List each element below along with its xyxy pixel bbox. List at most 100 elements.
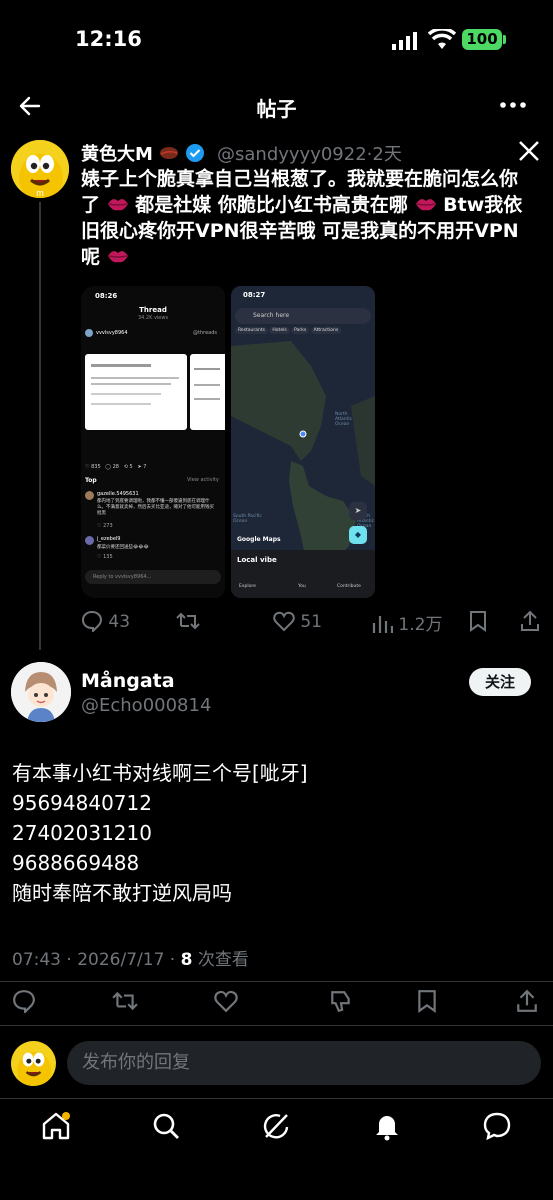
share-icon: [517, 989, 537, 1012]
repost-action-button[interactable]: [176, 610, 200, 632]
reply-like-button[interactable]: [214, 989, 238, 1017]
shot2-ocean2: South Pacific Ocean: [233, 514, 262, 524]
more-horizontal-icon: [500, 102, 526, 108]
like-count: 51: [300, 612, 323, 632]
shot1-top: Top: [85, 477, 97, 484]
shot2-chip-row: Restaurants Hotels Parks Attractions: [235, 327, 342, 334]
shot1-view-activity: View activity: [187, 477, 219, 483]
more-options-button[interactable]: [500, 98, 526, 112]
post-media[interactable]: 08:26 Thread 34.2K views vvvlsvy8964 @th…: [81, 286, 525, 598]
shot2-time: 08:27: [243, 291, 266, 299]
reply-date: 2026/7/17: [77, 950, 165, 970]
shot1-c1-avatar: [85, 491, 94, 500]
search-icon: [153, 1113, 179, 1139]
shot1-replies: 28: [112, 464, 119, 470]
reply-author-name[interactable]: Mångata: [81, 670, 175, 692]
shot1-c1-text: 都内地了到底要调理啦，我都不懂一部傻逼到底在调理什么。不满意就卖掉，然后去买比亚…: [97, 499, 214, 516]
author-name[interactable]: 黄色大M: [81, 140, 205, 166]
reply-downvote-button[interactable]: [329, 989, 353, 1017]
reply-reply-button[interactable]: [12, 989, 36, 1017]
shot1-c2-text: 都菜价要还回送些😂😂😂: [97, 545, 149, 550]
tab-home[interactable]: [40, 1110, 72, 1146]
verified-badge-icon: [186, 144, 205, 162]
reply-view-count: 8: [180, 950, 193, 970]
reply-bookmark-button[interactable]: [416, 989, 438, 1017]
x-brand-icon: [519, 141, 539, 161]
mm-mascot-avatar: [11, 1041, 56, 1086]
lips-emoji-icon: [415, 199, 436, 211]
reply-views-label: 次查看: [197, 950, 249, 970]
svg-text:m: m: [36, 188, 44, 198]
reply-input[interactable]: 发布你的回复: [67, 1041, 541, 1085]
shot1-c2-user: j_ezebel9: [97, 536, 121, 542]
shot1-c2-likes-row: ♡ 135: [97, 554, 113, 560]
tab-notifications[interactable]: [371, 1110, 403, 1146]
thumbs-down-icon: [331, 991, 350, 1013]
shot2-search-text: Search here: [253, 312, 290, 319]
shot2-brand: Google Maps: [237, 536, 281, 543]
follow-button[interactable]: 关注: [469, 668, 531, 696]
bell-icon: [376, 1116, 398, 1141]
battery-indicator: 100: [462, 29, 502, 50]
shot2-chip: Restaurants: [235, 327, 268, 334]
media-image-threads-screenshot[interactable]: 08:26 Thread 34.2K views vvvlsvy8964 @th…: [81, 286, 225, 598]
comment-icon: [81, 610, 103, 634]
shot1-c1-user: gazelle.5495631: [97, 491, 139, 497]
shot2-tab: Contribute: [337, 584, 361, 589]
x-logo-icon[interactable]: [518, 140, 540, 166]
shot1-reposts: 5: [129, 464, 133, 470]
shot2-chip: Parks: [291, 327, 310, 334]
reply-count: 43: [108, 612, 131, 632]
home-icon: [42, 1112, 70, 1140]
reply-input-placeholder: 发布你的回复: [82, 1052, 190, 1073]
reply-share-button[interactable]: [516, 989, 538, 1017]
reply-author-avatar[interactable]: [11, 662, 71, 722]
shot1-reply-box: Reply to vvvlsvy8964...: [85, 570, 221, 584]
shot2-ocean1: North Atlantic Ocean: [335, 412, 353, 427]
author-handle[interactable]: @sandyyyy0922: [217, 144, 367, 165]
shot2-directions-icon: ◆: [349, 526, 367, 544]
author-name-text: 黄色大M: [81, 144, 153, 165]
post-age: 2天: [372, 144, 402, 165]
thread-line: [39, 202, 41, 650]
bookmark-action-button[interactable]: [468, 610, 488, 636]
share-icon: [521, 610, 539, 631]
shot2-tab: You: [298, 584, 306, 589]
shot2-bottom-sheet: Local vibe Explore You Contribute: [231, 550, 375, 598]
shot1-embedded-card-1: [85, 354, 187, 430]
views-action-button[interactable]: 1.2万: [371, 610, 442, 635]
divider: [0, 1025, 553, 1026]
shot1-reply-placeholder: Reply to vvvlsvy8964...: [93, 574, 152, 580]
shot1-time: 08:26: [95, 292, 118, 300]
coffee-bean-emoji-icon: [160, 147, 179, 159]
shot1-embedded-card-2: [190, 354, 225, 430]
shot1-user: vvvlsvy8964: [96, 330, 128, 336]
shot2-chip: Hotels: [269, 327, 290, 334]
heart-icon: [214, 990, 238, 1013]
post-text-part-2: 都是社媒 你脆比小红书高贵在哪: [135, 194, 415, 216]
like-action-button[interactable]: 51: [273, 610, 322, 632]
status-time: 12:16: [75, 27, 142, 51]
tab-messages[interactable]: [481, 1110, 513, 1146]
divider: [0, 981, 553, 982]
author-avatar[interactable]: m: [11, 140, 69, 198]
media-image-maps-screenshot[interactable]: 08:27 Search here Restaurants Hotels Par…: [231, 286, 375, 598]
reply-repost-button[interactable]: [112, 989, 138, 1017]
shot1-c1-likes-row: ♡ 273: [97, 523, 113, 529]
analytics-icon: [372, 616, 394, 633]
shot2-search-bar: Search here: [235, 308, 371, 324]
mm-mascot-avatar: m: [11, 140, 69, 198]
lips-emoji-icon: [107, 199, 128, 211]
shot1-c2-avatar: [85, 536, 94, 545]
anime-character-avatar: [11, 662, 71, 722]
reply-action-button[interactable]: 43: [81, 610, 131, 634]
shot2-tab: Explore: [239, 584, 256, 589]
shot1-c1-likes: 273: [103, 523, 113, 529]
comment-icon: [13, 990, 35, 1015]
share-action-button[interactable]: [520, 610, 540, 636]
tab-search[interactable]: [150, 1110, 182, 1146]
reply-author-handle[interactable]: @Echo000814: [81, 695, 211, 716]
cellular-signal-icon: [392, 32, 417, 50]
tab-grok[interactable]: [260, 1110, 292, 1146]
my-avatar[interactable]: [11, 1041, 56, 1086]
